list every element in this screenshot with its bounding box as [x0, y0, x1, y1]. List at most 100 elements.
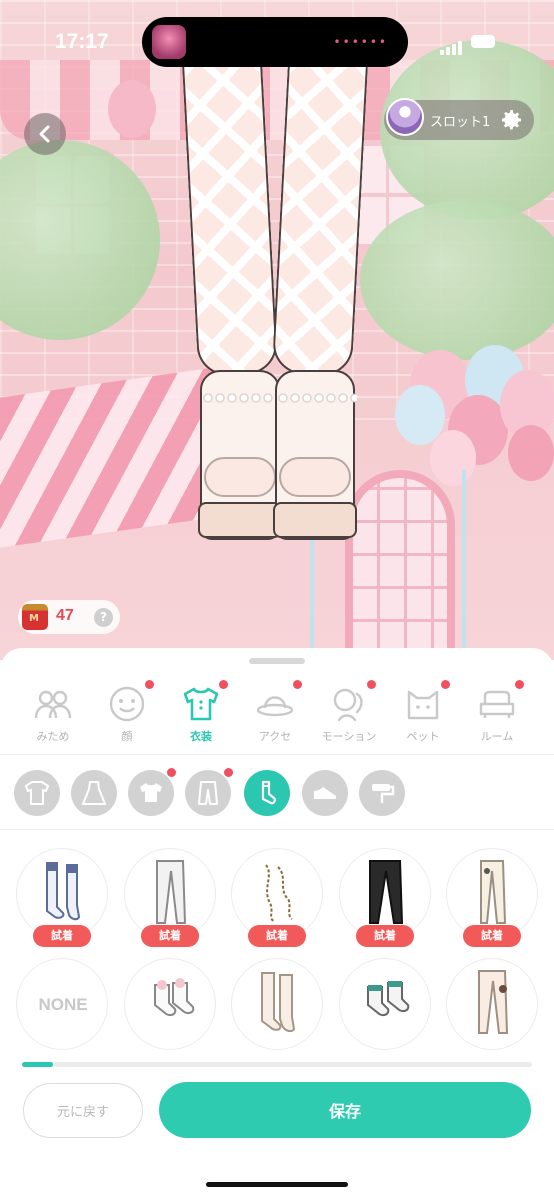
- now-playing-thumbnail: [152, 25, 186, 59]
- tab-label: 顔: [121, 730, 133, 743]
- status-bar: 17:17 ••••••: [0, 0, 554, 80]
- cat-icon: [407, 690, 439, 720]
- balloon: [108, 80, 156, 138]
- item-frilly-ankle-socks[interactable]: [124, 958, 216, 1050]
- reset-button[interactable]: 元に戻す: [23, 1083, 143, 1138]
- tree-right: [360, 200, 554, 360]
- wardrobe-panel: みため 顔 衣装 アクセ モーション ペット ルーム 試着 試着 試着 試着 試…: [0, 648, 554, 1200]
- notification-badge: [293, 680, 302, 689]
- tab-motion[interactable]: モーション: [312, 680, 386, 750]
- notification-badge: [515, 680, 524, 689]
- item-white-tights[interactable]: 試着: [124, 848, 216, 947]
- audio-waveform-icon: ••••••: [333, 35, 388, 49]
- item-blue-thigh-socks[interactable]: 試着: [16, 848, 108, 947]
- item-none[interactable]: NONE: [16, 958, 108, 1050]
- balloon: [508, 425, 554, 481]
- cellular-signal-icon: [440, 36, 464, 55]
- tab-kao[interactable]: 顔: [90, 680, 164, 750]
- try-on-button[interactable]: 試着: [33, 925, 91, 947]
- frilly-socks-icon: [154, 978, 195, 1017]
- shirt-icon: [183, 687, 219, 721]
- dynamic-island: ••••••: [142, 17, 408, 67]
- item-teal-ankle-socks[interactable]: [339, 958, 431, 1050]
- divider: [0, 754, 554, 755]
- tab-mitame[interactable]: みため: [16, 680, 90, 750]
- couple-icon: [34, 690, 72, 719]
- help-icon[interactable]: ?: [94, 608, 113, 627]
- divider: [0, 829, 554, 830]
- home-indicator[interactable]: [206, 1182, 348, 1187]
- sofa-icon: [479, 690, 515, 718]
- socks-icon: [261, 780, 276, 805]
- blue-socks-icon: [46, 862, 81, 921]
- subtab-top[interactable]: [128, 768, 176, 816]
- gear-icon[interactable]: [500, 108, 524, 132]
- tab-label: ペット: [406, 730, 440, 743]
- drag-handle[interactable]: [249, 658, 305, 664]
- tab-pet[interactable]: ペット: [386, 680, 460, 750]
- scroll-progress-bar: [22, 1062, 532, 1067]
- face-icon: [109, 686, 145, 722]
- slot-selector[interactable]: スロット1: [384, 98, 534, 140]
- roller-icon: [372, 784, 395, 803]
- white-tights-icon: [156, 860, 187, 924]
- chevron-left-icon: [39, 125, 50, 143]
- waving-hand-icon: [333, 688, 363, 722]
- try-on-button[interactable]: 試着: [356, 925, 414, 947]
- subtab-shoes[interactable]: [302, 770, 348, 816]
- left-platform-shoe: [198, 370, 282, 540]
- subtab-socks[interactable]: [244, 770, 290, 816]
- notification-badge: [167, 768, 176, 777]
- tab-label: アクセ: [258, 730, 292, 743]
- none-label: NONE: [38, 995, 88, 1014]
- item-sheer-tights[interactable]: [446, 958, 538, 1050]
- teal-socks-icon: [367, 981, 410, 1017]
- slot-label: スロット1: [430, 115, 491, 130]
- item-chain-legwear[interactable]: 試着: [231, 848, 323, 947]
- right-leg: [271, 53, 369, 377]
- shoes-icon: [314, 787, 336, 799]
- subtab-dress[interactable]: [71, 770, 117, 816]
- right-platform-shoe: [273, 370, 357, 540]
- avatar: [386, 98, 424, 136]
- tab-ishou[interactable]: 衣装: [164, 680, 238, 750]
- tab-label: モーション: [321, 730, 377, 743]
- notification-badge: [224, 768, 233, 777]
- subtab-pants[interactable]: [185, 768, 233, 816]
- try-on-button[interactable]: 試着: [463, 925, 521, 947]
- tab-akuse[interactable]: アクセ: [238, 680, 312, 750]
- notification-badge: [219, 680, 228, 689]
- subtab-other[interactable]: [359, 770, 405, 816]
- balloon: [430, 430, 476, 486]
- hat-icon: [256, 696, 294, 717]
- outfit-icon: [24, 781, 50, 805]
- try-on-button[interactable]: 試着: [141, 925, 199, 947]
- notification-badge: [145, 680, 154, 689]
- notification-badge: [441, 680, 450, 689]
- dress-icon: [81, 781, 107, 805]
- subtab-outfit[interactable]: [14, 770, 60, 816]
- status-time: 17:17: [55, 30, 109, 53]
- pants-icon: [198, 781, 218, 805]
- item-black-tights[interactable]: 試着: [339, 848, 431, 947]
- balloon-string: [462, 470, 466, 660]
- sheer-tights-icon: [478, 970, 509, 1034]
- try-on-button[interactable]: 試着: [248, 925, 306, 947]
- character-preview-scene: [0, 0, 554, 660]
- black-tights-icon: [369, 860, 404, 924]
- battery-icon: [471, 35, 495, 48]
- category-tabs: みため 顔 衣装 アクセ モーション ペット ルーム: [0, 680, 554, 750]
- progress-fill: [22, 1062, 53, 1067]
- tin-can-icon: [22, 604, 48, 630]
- tab-label: ルーム: [480, 730, 514, 743]
- back-button[interactable]: [24, 113, 66, 155]
- tab-room[interactable]: ルーム: [460, 680, 534, 750]
- tab-label: みため: [36, 730, 70, 743]
- notification-badge: [367, 680, 376, 689]
- save-button[interactable]: 保存: [159, 1082, 531, 1138]
- cream-tights-icon: [480, 860, 507, 924]
- left-leg: [181, 53, 279, 377]
- item-cream-tights[interactable]: 試着: [446, 848, 538, 947]
- item-cream-knee-socks[interactable]: [231, 958, 323, 1050]
- character-legs: [180, 53, 370, 545]
